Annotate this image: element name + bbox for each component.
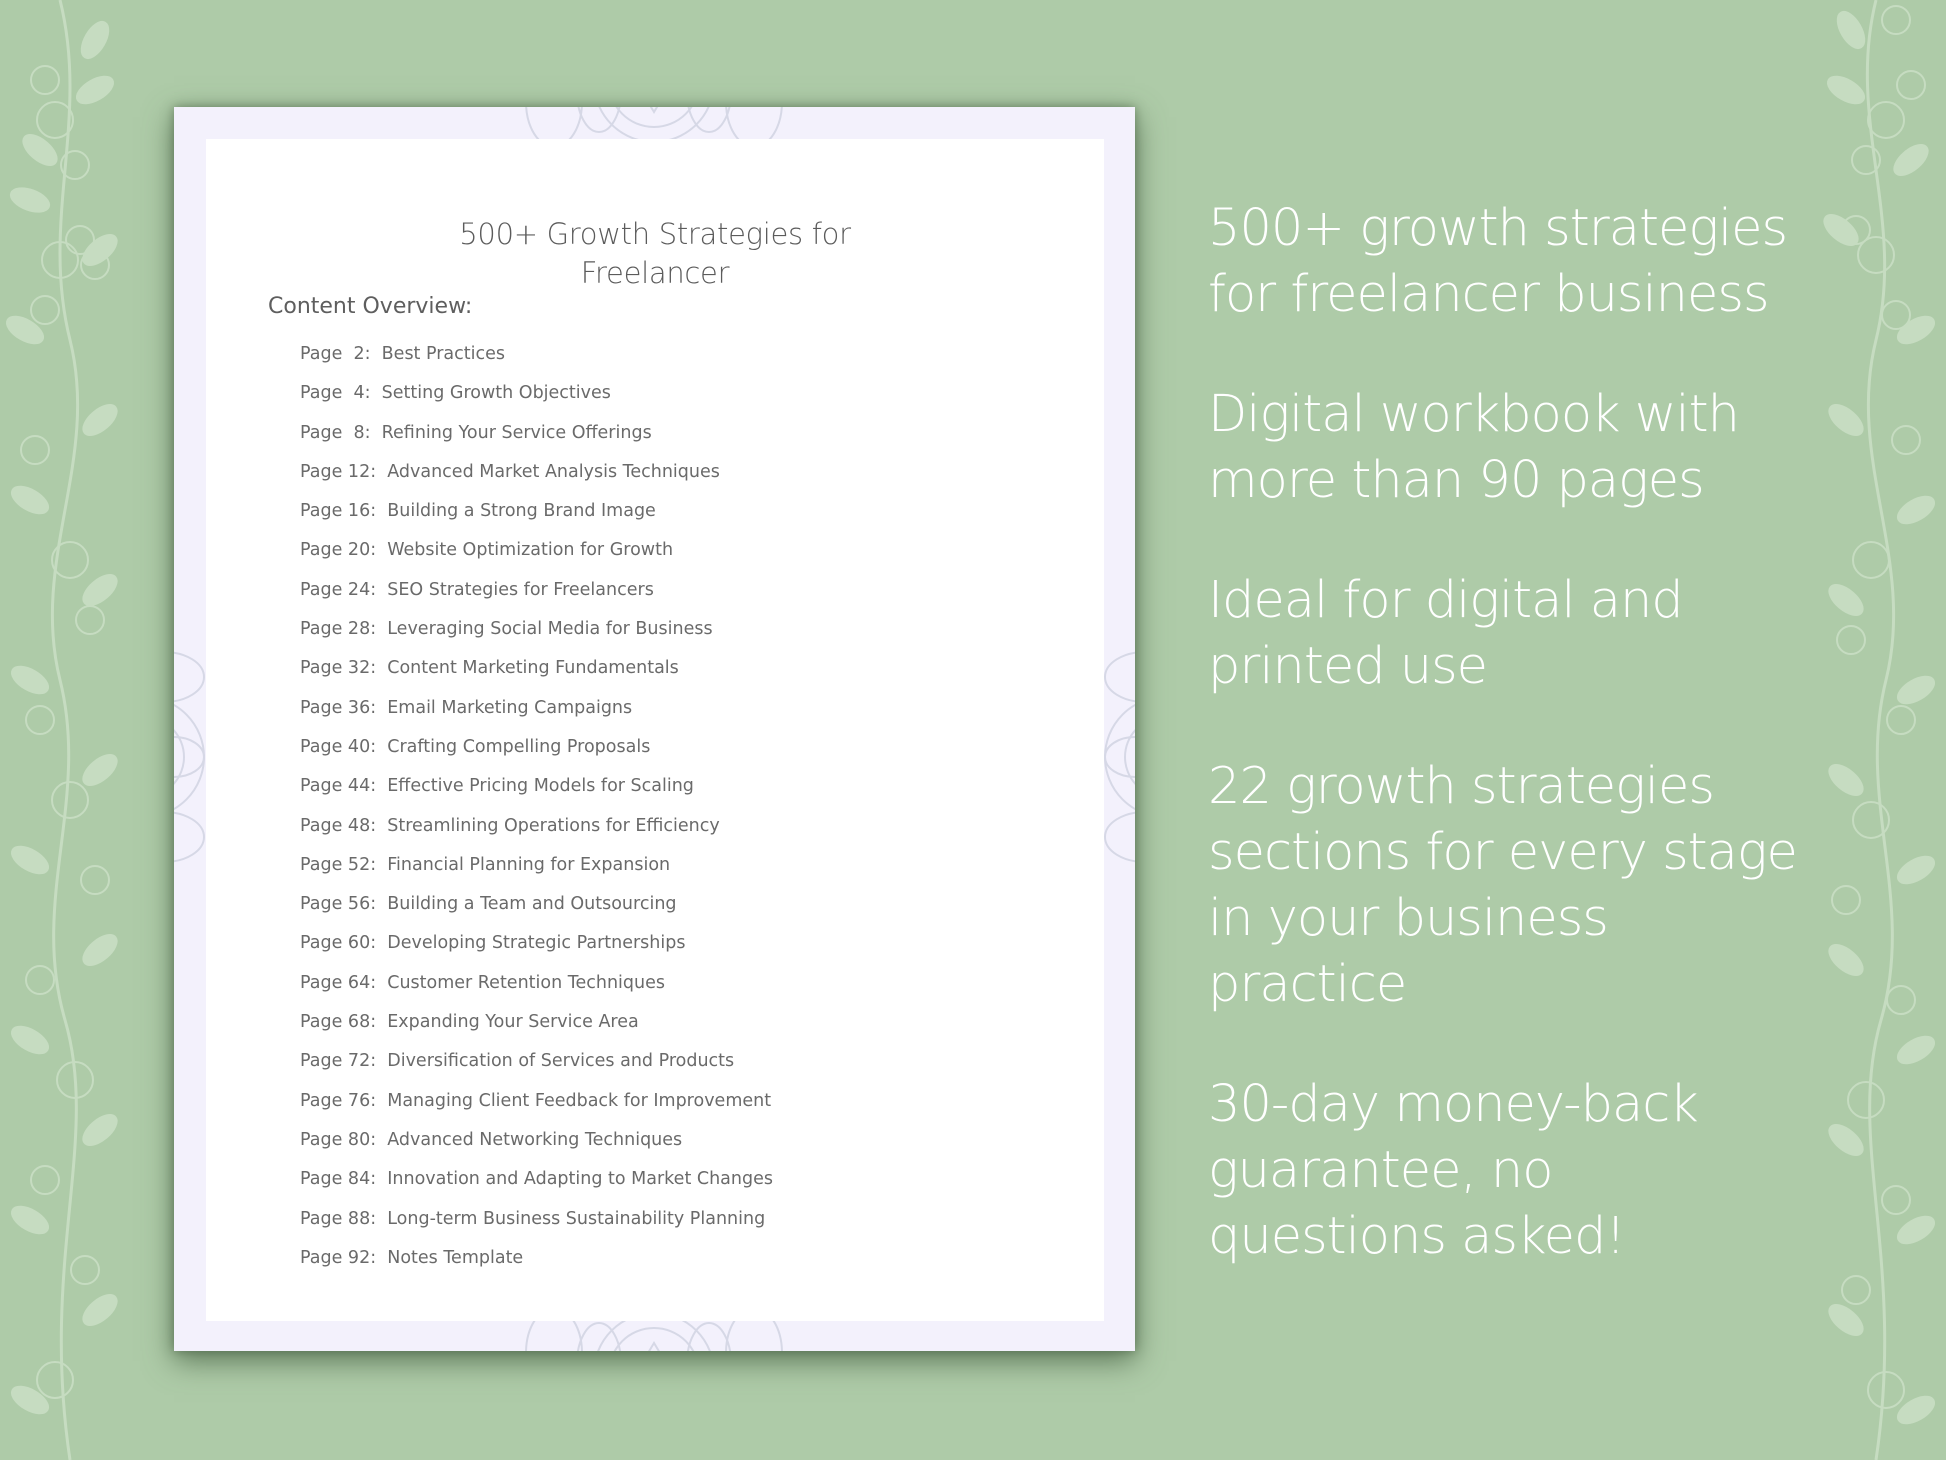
- toc-topic: Building a Strong Brand Image: [387, 501, 656, 522]
- toc-entry: Page 80: Advanced Networking Techniques: [300, 1126, 773, 1165]
- toc-topic: Long-term Business Sustainability Planni…: [387, 1208, 766, 1229]
- toc-entry: Page 36: Email Marketing Campaigns: [300, 694, 773, 733]
- toc-page-number: Page 2:: [300, 344, 371, 364]
- toc-topic: Leveraging Social Media for Business: [387, 619, 713, 640]
- toc-topic: Email Marketing Campaigns: [387, 697, 633, 718]
- toc-entry: Page 48: Streamlining Operations for Eff…: [300, 812, 773, 851]
- feature-item: Digital workbook with more than 90 pages: [1208, 382, 1848, 514]
- feature-line: guarantee, no: [1208, 1141, 1553, 1200]
- toc-page-number: Page 20:: [300, 540, 377, 561]
- toc-page-number: Page 48:: [300, 815, 377, 836]
- feature-item: Ideal for digital and printed use: [1208, 568, 1848, 700]
- toc-topic: Streamlining Operations for Efficiency: [387, 815, 720, 836]
- feature-line: questions asked!: [1208, 1207, 1626, 1266]
- toc-topic: Financial Planning for Expansion: [387, 854, 671, 875]
- toc-topic: Innovation and Adapting to Market Change…: [387, 1169, 773, 1190]
- toc-entry: Page 16: Building a Strong Brand Image: [300, 497, 773, 536]
- feature-line: sections for every stage: [1208, 823, 1798, 882]
- toc-entry: Page 56: Building a Team and Outsourcing: [300, 890, 773, 929]
- toc-entry: Page 52: Financial Planning for Expansio…: [300, 851, 773, 890]
- document-title-line: Freelancer: [580, 256, 730, 290]
- toc-page-number: Page 84:: [300, 1169, 377, 1190]
- toc-entry: Page 40: Crafting Compelling Proposals: [300, 733, 773, 772]
- toc-page-number: Page 56:: [300, 894, 377, 915]
- toc-entry: Page 32: Content Marketing Fundamentals: [300, 654, 773, 693]
- toc-entry: Page 28: Leveraging Social Media for Bus…: [300, 615, 773, 654]
- toc-topic: Setting Growth Objectives: [381, 383, 611, 404]
- feature-line: 500+ growth strategies: [1208, 199, 1788, 258]
- toc-entry: Page 20: Website Optimization for Growth: [300, 536, 773, 575]
- toc-entry: Page 8: Refining Your Service Offerings: [300, 419, 773, 458]
- feature-line: Ideal for digital and: [1208, 571, 1684, 630]
- toc-topic: Best Practices: [381, 344, 506, 364]
- toc-entry: Page 72: Diversification of Services and…: [300, 1047, 773, 1086]
- toc-topic: Notes Template: [387, 1247, 524, 1268]
- toc-page-number: Page 28:: [300, 619, 377, 640]
- toc-page-number: Page 16:: [300, 501, 377, 522]
- toc-topic: Advanced Market Analysis Techniques: [387, 461, 720, 482]
- toc-topic: Developing Strategic Partnerships: [387, 933, 686, 954]
- toc-topic: Customer Retention Techniques: [387, 972, 665, 993]
- toc-page-number: Page 36:: [300, 697, 377, 718]
- toc-page-number: Page 92:: [300, 1247, 377, 1268]
- feature-line: printed use: [1208, 637, 1488, 696]
- toc-page-number: Page 44:: [300, 776, 377, 797]
- toc-page-number: Page 12:: [300, 461, 377, 482]
- feature-line: 22 growth strategies: [1208, 757, 1715, 816]
- toc-entry: Page 44: Effective Pricing Models for Sc…: [300, 772, 773, 811]
- document-title-line: 500+ Growth Strategies for: [459, 217, 851, 251]
- toc-entry: Page 68: Expanding Your Service Area: [300, 1008, 773, 1047]
- feature-line: for freelancer business: [1208, 265, 1770, 324]
- toc-topic: Refining Your Service Offerings: [381, 422, 652, 443]
- toc-topic: Advanced Networking Techniques: [387, 1129, 683, 1150]
- toc-page-number: Page 24:: [300, 579, 377, 600]
- toc-topic: Building a Team and Outsourcing: [387, 894, 677, 915]
- table-of-contents: Page 2: Best Practices Page 4: Setting Gr…: [300, 340, 773, 1283]
- toc-topic: Diversification of Services and Products: [387, 1051, 735, 1072]
- content-overview-heading: Content Overview:: [268, 294, 473, 319]
- toc-entry: Page 84: Innovation and Adapting to Mark…: [300, 1165, 773, 1204]
- toc-page-number: Page 60:: [300, 933, 377, 954]
- toc-topic: SEO Strategies for Freelancers: [387, 579, 654, 600]
- toc-page-number: Page 4:: [300, 383, 371, 404]
- toc-page-number: Page 32:: [300, 658, 377, 679]
- toc-topic: Managing Client Feedback for Improvement: [387, 1090, 772, 1111]
- toc-page-number: Page 52:: [300, 854, 377, 875]
- toc-topic: Content Marketing Fundamentals: [387, 658, 679, 679]
- toc-page-number: Page 76:: [300, 1090, 377, 1111]
- toc-entry: Page 92: Notes Template: [300, 1244, 773, 1283]
- toc-entry: Page 2: Best Practices: [300, 340, 773, 379]
- feature-line: more than 90 pages: [1208, 451, 1705, 510]
- feature-line: Digital workbook with: [1208, 385, 1740, 444]
- toc-entry: Page 88: Long-term Business Sustainabili…: [300, 1205, 773, 1244]
- workbook-page-preview: 500+ Growth Strategies for Freelancer Co…: [174, 107, 1135, 1351]
- toc-page-number: Page 88:: [300, 1208, 377, 1229]
- toc-page-number: Page 72:: [300, 1051, 377, 1072]
- toc-entry: Page 76: Managing Client Feedback for Im…: [300, 1087, 773, 1126]
- feature-list: 500+ growth strategies for freelancer bus…: [1208, 196, 1848, 1324]
- feature-line: 30-day money-back: [1208, 1075, 1699, 1134]
- toc-page-number: Page 64:: [300, 972, 377, 993]
- toc-topic: Expanding Your Service Area: [387, 1012, 639, 1033]
- feature-line: in your business: [1208, 889, 1609, 948]
- toc-entry: Page 4: Setting Growth Objectives: [300, 379, 773, 418]
- floral-vine-left-decoration: [5, 0, 118, 1460]
- feature-line: practice: [1208, 955, 1407, 1014]
- toc-entry: Page 64: Customer Retention Techniques: [300, 969, 773, 1008]
- toc-entry: Page 24: SEO Strategies for Freelancers: [300, 576, 773, 615]
- toc-entry: Page 12: Advanced Market Analysis Techni…: [300, 458, 773, 497]
- feature-item: 22 growth strategies sections for every s…: [1208, 754, 1848, 1018]
- toc-topic: Crafting Compelling Proposals: [387, 736, 651, 757]
- toc-topic: Effective Pricing Models for Scaling: [387, 776, 694, 797]
- toc-page-number: Page 80:: [300, 1129, 377, 1150]
- feature-item: 30-day money-back guarantee, no questions …: [1208, 1072, 1848, 1270]
- page-content-area: 500+ Growth Strategies for Freelancer Co…: [206, 139, 1104, 1321]
- toc-page-number: Page 8:: [300, 422, 371, 443]
- toc-page-number: Page 40:: [300, 736, 377, 757]
- toc-page-number: Page 68:: [300, 1012, 377, 1033]
- feature-item: 500+ growth strategies for freelancer bus…: [1208, 196, 1848, 328]
- toc-entry: Page 60: Developing Strategic Partnershi…: [300, 929, 773, 968]
- document-title: 500+ Growth Strategies for Freelancer: [206, 215, 1104, 293]
- toc-topic: Website Optimization for Growth: [387, 540, 674, 561]
